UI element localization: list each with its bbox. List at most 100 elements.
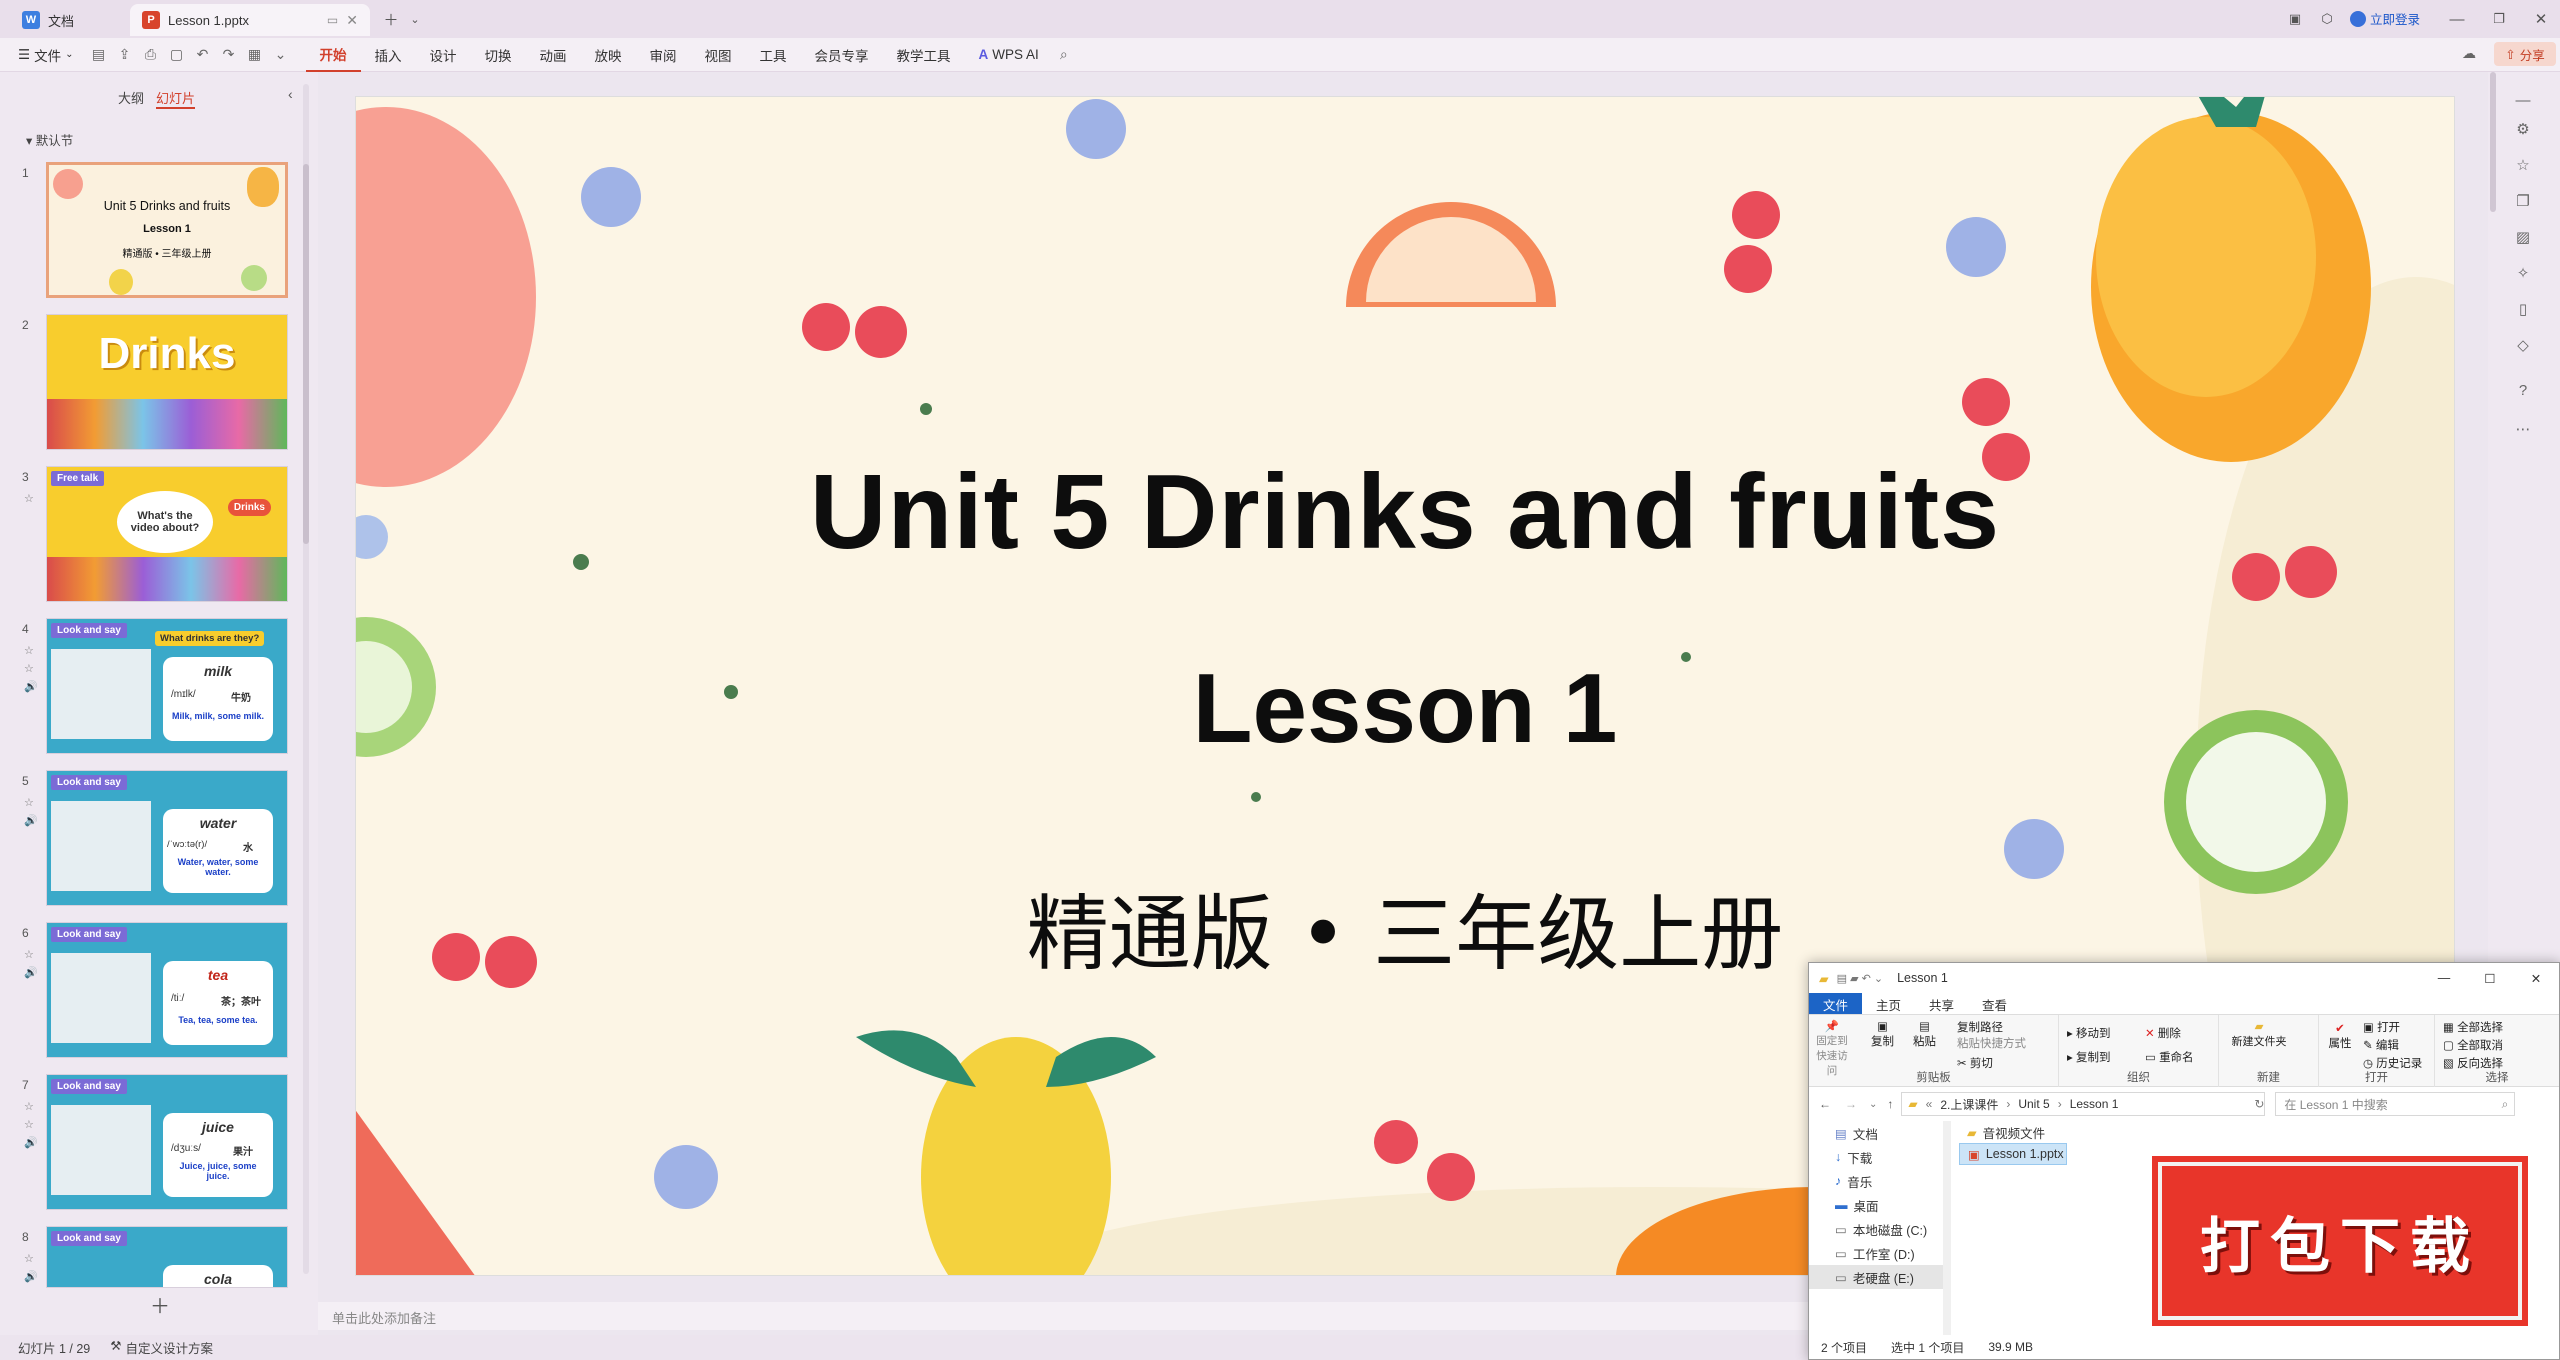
more-icon[interactable]: ⋯ <box>2512 420 2534 442</box>
paste-shortcut-button[interactable]: 粘贴快捷方式 <box>1957 1035 2026 1051</box>
scrollbar-thumb[interactable] <box>303 164 309 544</box>
nav-item-drive-c[interactable]: ▭ 本地磁盘 (C:) <box>1809 1217 1949 1241</box>
canvas-scrollbar[interactable] <box>2490 72 2496 212</box>
menu-animation[interactable]: 动画 <box>526 38 581 72</box>
breadcrumb-item[interactable]: Lesson 1 <box>2070 1097 2119 1111</box>
menu-slideshow[interactable]: 放映 <box>581 38 636 72</box>
file-item-pptx[interactable]: ▣ Lesson 1.pptx <box>1959 1143 2067 1165</box>
redo-icon[interactable]: ↷ <box>218 44 240 66</box>
download-package-badge[interactable]: 打包下载 <box>2158 1162 2522 1320</box>
book-icon[interactable]: ▯ <box>2512 300 2534 322</box>
collapse-icon[interactable]: — <box>2512 92 2534 114</box>
nav-scrollbar[interactable] <box>1943 1121 1951 1335</box>
monitor-icon[interactable]: ▭ <box>327 13 338 27</box>
chevron-down-icon[interactable]: ⌄ <box>400 6 430 32</box>
nav-item-desktop[interactable]: ▬ 桌面 <box>1809 1193 1949 1217</box>
explorer-tab-share[interactable]: 共享 <box>1915 993 1968 1014</box>
menu-insert[interactable]: 插入 <box>361 38 416 72</box>
select-none-button[interactable]: ▢ 全部取消 <box>2443 1037 2503 1053</box>
properties-button[interactable]: ✔ 属性 <box>2325 1021 2355 1051</box>
image-icon[interactable]: ▨ <box>2512 228 2534 250</box>
settings-sliders-icon[interactable]: ⚙ <box>2512 120 2534 142</box>
slide-subtitle[interactable]: Lesson 1 <box>356 652 2454 765</box>
undo-icon[interactable]: ↶ <box>192 44 214 66</box>
minimize-icon[interactable]: — <box>2442 6 2472 32</box>
up-icon[interactable]: ↑ <box>1887 1097 1893 1111</box>
print-preview-icon[interactable]: ▢ <box>166 44 188 66</box>
slide-title[interactable]: Unit 5 Drinks and fruits <box>356 452 2454 573</box>
menu-review[interactable]: 审阅 <box>636 38 691 72</box>
rename-button[interactable]: ▭ 重命名 <box>2145 1049 2194 1065</box>
chevron-down-icon[interactable]: ⌄ <box>270 44 292 66</box>
slide-thumb-4[interactable]: Look and say What drinks are they? milk … <box>46 618 288 754</box>
slide-thumb-8[interactable]: Look and say cola <box>46 1226 288 1288</box>
star-icon[interactable]: ☆ <box>2512 156 2534 178</box>
file-menu[interactable]: ☰ 文件 ⌄ <box>0 38 88 72</box>
menu-design[interactable]: 设计 <box>416 38 471 72</box>
menu-teaching-tools[interactable]: 教学工具 <box>883 38 965 72</box>
restore-icon[interactable]: ❐ <box>2484 6 2514 32</box>
menu-tools[interactable]: 工具 <box>746 38 801 72</box>
nav-item-music[interactable]: ♪ 音乐 <box>1809 1169 1949 1193</box>
help-icon[interactable]: ? <box>2512 382 2534 404</box>
close-icon[interactable]: ✕ <box>346 12 358 29</box>
window-close-icon[interactable]: ✕ <box>2526 6 2556 32</box>
search-field[interactable]: 在 Lesson 1 中搜索 ⌕ <box>2275 1092 2516 1116</box>
refresh-icon[interactable]: ↻ <box>2254 1097 2264 1111</box>
design-scheme-button[interactable]: ⚒ 自定义设计方案 <box>110 1338 213 1357</box>
explorer-tab-file[interactable]: 文件 <box>1809 993 1863 1014</box>
select-all-button[interactable]: ▦ 全部选择 <box>2443 1019 2503 1035</box>
collapse-panel-icon[interactable]: ‹ <box>288 86 293 102</box>
tab-documents[interactable]: W 文档 <box>10 4 130 36</box>
menu-view[interactable]: 视图 <box>691 38 746 72</box>
menu-transitions[interactable]: 切换 <box>471 38 526 72</box>
copy-to-button[interactable]: ▸ 复制到 <box>2067 1049 2110 1065</box>
share-button[interactable]: ⇧ 分享 <box>2494 42 2556 66</box>
slide-thumb-3[interactable]: Free talk What's the video about? Drinks <box>46 466 288 602</box>
tab-outline[interactable]: 大纲 <box>118 88 144 107</box>
menu-member[interactable]: 会员专享 <box>801 38 883 72</box>
forward-icon[interactable]: → <box>1845 1097 1857 1111</box>
shape-icon[interactable]: ◇ <box>2512 336 2534 358</box>
wps-ai-button[interactable]: A WPS AI <box>965 38 1053 72</box>
cloud-icon[interactable]: ☁ <box>2462 45 2476 62</box>
copy-path-button[interactable]: 复制路径 <box>1957 1019 2003 1035</box>
breadcrumb-item[interactable]: 2.上课课件 <box>1940 1096 1998 1113</box>
copy-icon[interactable]: ❐ <box>2512 192 2534 214</box>
magic-wand-icon[interactable]: ✧ <box>2512 264 2534 286</box>
tab-slides[interactable]: 幻灯片 <box>156 88 196 109</box>
quick-access-icons[interactable]: ▤ ▰ ↶ ⌄ <box>1837 972 1883 985</box>
search-icon[interactable]: ⌕ <box>1053 44 1075 66</box>
cube-icon[interactable]: ⬡ <box>2312 6 2342 32</box>
delete-button[interactable]: ✕ 删除 <box>2145 1025 2181 1041</box>
minimize-icon[interactable]: — <box>2421 971 2467 985</box>
paste-button[interactable]: ▤ 粘贴 <box>1913 1019 1936 1049</box>
slide-thumb-5[interactable]: Look and say water /ˈwɔːtə(r)/ 水 Water, … <box>46 770 288 906</box>
menu-home[interactable]: 开始 <box>305 38 361 72</box>
nav-item-documents[interactable]: ▤ 文档 <box>1809 1121 1949 1145</box>
format-painter-icon[interactable]: ▦ <box>244 44 266 66</box>
slide-thumb-2[interactable]: Drinks <box>46 314 288 450</box>
explorer-tab-view[interactable]: 查看 <box>1968 993 2021 1014</box>
slide-thumb-1[interactable]: Unit 5 Drinks and fruits Lesson 1 精通版 • … <box>46 162 288 298</box>
layout-icon[interactable]: ▣ <box>2280 6 2310 32</box>
slide-thumb-7[interactable]: Look and say juice /dʒuːs/ 果汁 Juice, jui… <box>46 1074 288 1210</box>
maximize-icon[interactable]: ☐ <box>2467 971 2513 986</box>
new-folder-button[interactable]: ▰ 新建文件夹 <box>2229 1019 2289 1049</box>
nav-item-downloads[interactable]: ↓ 下载 <box>1809 1145 1949 1169</box>
nav-item-drive-e[interactable]: ▭ 老硬盘 (E:) <box>1809 1265 1949 1289</box>
explorer-tab-home[interactable]: 主页 <box>1862 993 1915 1014</box>
save-icon[interactable]: ▤ <box>88 44 110 66</box>
notes-field[interactable]: 单击此处添加备注 <box>318 1302 1810 1330</box>
copy-button[interactable]: ▣ 复制 <box>1871 1019 1894 1049</box>
chevron-down-icon[interactable]: ⌄ <box>1869 1099 1877 1110</box>
open-button[interactable]: ▣ 打开 <box>2363 1019 2400 1035</box>
tab-lesson-file[interactable]: P Lesson 1.pptx ▭ ✕ <box>130 4 370 36</box>
section-header[interactable]: ▾ 默认节 <box>26 130 73 149</box>
move-to-button[interactable]: ▸ 移动到 <box>2067 1025 2110 1041</box>
path-field[interactable]: ▰ « 2.上课课件 › Unit 5 › Lesson 1 ↻ <box>1901 1092 2266 1116</box>
login-button[interactable]: 立即登录 <box>2350 9 2420 28</box>
add-slide-icon[interactable]: ＋ <box>150 1290 170 1319</box>
nav-item-drive-d[interactable]: ▭ 工作室 (D:) <box>1809 1241 1949 1265</box>
slide-thumb-6[interactable]: Look and say tea /tiː/ 茶；茶叶 Tea, tea, so… <box>46 922 288 1058</box>
